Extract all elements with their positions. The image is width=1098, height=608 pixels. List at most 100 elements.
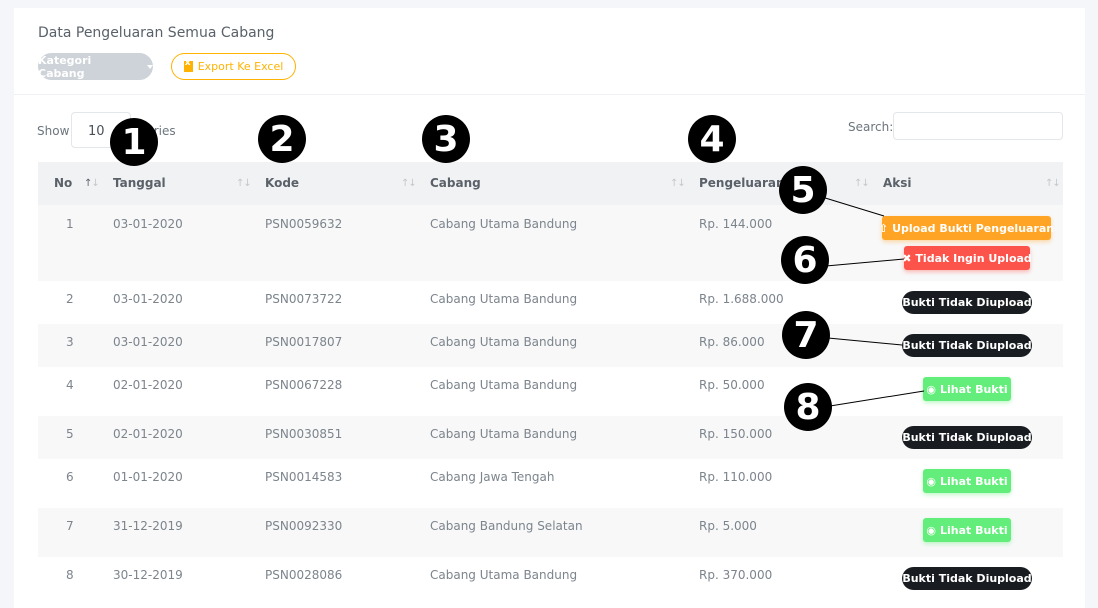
callout-4: 4 (688, 115, 736, 163)
cell-cabang: Cabang Utama Bandung (430, 292, 578, 306)
cell-tanggal: 03-01-2020 (113, 217, 183, 231)
tidak-upload-button[interactable]: ✖ Tidak Ingin Upload (902, 246, 1032, 270)
cell-pengeluaran: Rp. 370.000 (699, 568, 773, 582)
cell-tanggal: 02-01-2020 (113, 427, 183, 441)
lihat-bukti-button[interactable]: ◉ Lihat Bukti (923, 377, 1011, 401)
status-badge: Bukti Tidak Diupload (902, 334, 1032, 357)
cell-kode: PSN0059632 (265, 217, 343, 231)
eye-icon: ◉ (926, 382, 936, 396)
sort-icon[interactable]: ↑↓ (670, 178, 686, 189)
cell-no: 6 (66, 470, 74, 484)
tidak-upload-label: Tidak Ingin Upload (915, 251, 1032, 265)
cell-kode: PSN0030851 (265, 427, 343, 441)
callout-6: 6 (781, 236, 829, 284)
cell-tanggal: 01-01-2020 (113, 470, 183, 484)
callout-3: 3 (422, 115, 470, 163)
cell-tanggal: 30-12-2019 (113, 568, 183, 582)
cell-cabang: Cabang Bandung Selatan (430, 519, 583, 533)
table-row: 6 01-01-2020 PSN0014583 Cabang Jawa Teng… (38, 459, 1063, 508)
lihat-bukti-button[interactable]: ◉ Lihat Bukti (923, 469, 1011, 493)
cell-pengeluaran: Rp. 110.000 (699, 470, 773, 484)
sort-icon[interactable]: ↑↓ (84, 178, 100, 189)
caret-down-icon (147, 64, 153, 69)
cell-tanggal: 31-12-2019 (113, 519, 183, 533)
cell-kode: PSN0067228 (265, 378, 343, 392)
callout-2: 2 (258, 115, 306, 163)
eye-icon: ◉ (926, 523, 936, 537)
cell-pengeluaran: Rp. 5.000 (699, 519, 757, 533)
header-aksi[interactable]: Aksi (883, 176, 912, 190)
cell-cabang: Cabang Utama Bandung (430, 427, 578, 441)
cell-pengeluaran: Rp. 50.000 (699, 378, 765, 392)
table-row: 2 03-01-2020 PSN0073722 Cabang Utama Ban… (38, 281, 1063, 324)
cell-no: 8 (66, 568, 74, 582)
cell-pengeluaran: Rp. 86.000 (699, 335, 765, 349)
table-row: 5 02-01-2020 PSN0030851 Cabang Utama Ban… (38, 416, 1063, 459)
cell-no: 1 (66, 217, 74, 231)
callout-1: 1 (110, 118, 158, 166)
sort-icon[interactable]: ↑↓ (854, 178, 870, 189)
cell-no: 5 (66, 427, 74, 441)
header-tanggal[interactable]: Tanggal (113, 176, 166, 190)
cell-cabang: Cabang Utama Bandung (430, 378, 578, 392)
upload-bukti-label: Upload Bukti Pengeluaran (892, 221, 1055, 235)
cell-kode: PSN0014583 (265, 470, 343, 484)
lihat-bukti-button[interactable]: ◉ Lihat Bukti (923, 518, 1011, 542)
excel-file-icon (183, 58, 193, 72)
cell-no: 3 (66, 335, 74, 349)
header-pengeluaran[interactable]: Pengeluaran (699, 176, 785, 190)
lihat-bukti-label: Lihat Bukti (939, 474, 1008, 488)
status-badge: Bukti Tidak Diupload (902, 567, 1032, 590)
callout-8: 8 (784, 383, 832, 431)
cell-no: 7 (66, 519, 74, 533)
table-row: 8 30-12-2019 PSN0028086 Cabang Utama Ban… (38, 557, 1063, 600)
cell-cabang: Cabang Jawa Tengah (430, 470, 555, 484)
table-row: 3 03-01-2020 PSN0017807 Cabang Utama Ban… (38, 324, 1063, 367)
search-input[interactable] (893, 112, 1063, 140)
cell-pengeluaran: Rp. 144.000 (699, 217, 773, 231)
upload-icon: ⇧ (878, 221, 889, 235)
page-title: Data Pengeluaran Semua Cabang (38, 25, 275, 41)
cell-cabang: Cabang Utama Bandung (430, 217, 578, 231)
kategori-cabang-dropdown[interactable]: Kategori Cabang (38, 53, 153, 80)
sort-icon[interactable]: ↑↓ (236, 178, 252, 189)
lihat-bukti-label: Lihat Bukti (939, 523, 1008, 537)
search-label: Search: (848, 120, 894, 134)
status-badge: Bukti Tidak Diupload (902, 426, 1032, 449)
sort-icon[interactable]: ↑↓ (401, 178, 417, 189)
cell-tanggal: 03-01-2020 (113, 292, 183, 306)
close-icon: ✖ (902, 251, 912, 265)
lihat-bukti-label: Lihat Bukti (939, 382, 1008, 396)
card-header: Data Pengeluaran Semua Cabang Kategori C… (14, 8, 1085, 95)
export-excel-button[interactable]: Export Ke Excel (171, 53, 296, 80)
callout-5: 5 (779, 166, 827, 214)
cell-kode: PSN0028086 (265, 568, 343, 582)
eye-icon: ◉ (926, 474, 936, 488)
cell-tanggal: 03-01-2020 (113, 335, 183, 349)
cell-kode: PSN0092330 (265, 519, 343, 533)
cell-cabang: Cabang Utama Bandung (430, 568, 578, 582)
cell-kode: PSN0017807 (265, 335, 343, 349)
table-row: 1 03-01-2020 PSN0059632 Cabang Utama Ban… (38, 205, 1063, 281)
cell-pengeluaran: Rp. 1.688.000 (699, 292, 784, 306)
cell-no: 4 (66, 378, 74, 392)
export-excel-label: Export Ke Excel (197, 60, 284, 73)
cell-cabang: Cabang Utama Bandung (430, 335, 578, 349)
show-label: Show (37, 124, 70, 138)
sort-icon[interactable]: ↑↓ (1045, 178, 1061, 189)
cell-tanggal: 02-01-2020 (113, 378, 183, 392)
header-kode[interactable]: Kode (265, 176, 299, 190)
cell-no: 2 (66, 292, 74, 306)
cell-pengeluaran: Rp. 150.000 (699, 427, 773, 441)
callout-7: 7 (782, 311, 830, 359)
upload-bukti-button[interactable]: ⇧ Upload Bukti Pengeluaran (878, 216, 1055, 240)
table-row: 7 31-12-2019 PSN0092330 Cabang Bandung S… (38, 508, 1063, 557)
table-row: 4 02-01-2020 PSN0067228 Cabang Utama Ban… (38, 367, 1063, 416)
status-badge: Bukti Tidak Diupload (902, 291, 1032, 314)
cell-kode: PSN0073722 (265, 292, 343, 306)
header-cabang[interactable]: Cabang (430, 176, 481, 190)
expense-card: Data Pengeluaran Semua Cabang Kategori C… (14, 8, 1085, 608)
table-header: No ↑↓ Tanggal ↑↓ Kode ↑↓ Cabang ↑↓ Penge… (38, 162, 1063, 206)
kategori-cabang-label: Kategori Cabang (38, 53, 92, 80)
header-no[interactable]: No (54, 176, 72, 190)
